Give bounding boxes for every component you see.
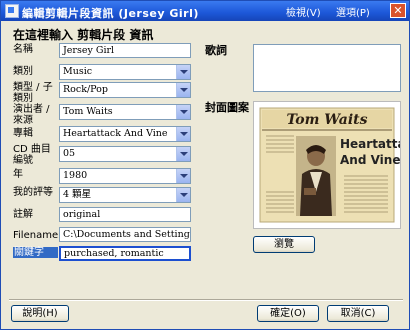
app-icon [5, 4, 19, 18]
chevron-down-icon[interactable] [176, 127, 190, 141]
form-header: 在這裡輸入 剪輯片段 資訊 [13, 28, 154, 42]
chevron-down-icon[interactable] [176, 147, 190, 161]
filename-field[interactable]: C:\Documents and Settings\Admin\M [59, 227, 191, 242]
year-select[interactable]: 1980 [59, 168, 191, 184]
subgenre-value: Rock/Pop [63, 84, 108, 95]
rating-select[interactable]: 4 顆星 [59, 187, 191, 203]
lyrics-label: 歌詞 [205, 44, 227, 57]
chevron-down-icon[interactable] [176, 188, 190, 202]
keywords-label: 關鍵字 [13, 247, 58, 258]
window-title: 編輯剪輯片段資訊 (Jersey Girl) [22, 7, 199, 20]
cover-artist-text: Tom Waits [286, 112, 367, 128]
divider [9, 299, 403, 301]
album-select[interactable]: Heartattack And Vine [59, 126, 191, 142]
cover-album-line1: Heartattack [340, 137, 400, 151]
chevron-down-icon[interactable] [176, 169, 190, 183]
artist-label: 演出者 / 來源 [13, 104, 50, 126]
comment-label: 註解 [13, 209, 33, 220]
comment-field[interactable]: original [59, 207, 191, 222]
track-label: CD 曲目編號 [13, 144, 51, 166]
name-label: 名稱 [13, 44, 33, 55]
track-value: 05 [63, 148, 76, 159]
keywords-field[interactable]: purchased, romantic [59, 246, 191, 261]
chevron-down-icon[interactable] [176, 105, 190, 119]
album-value: Heartattack And Vine [63, 128, 168, 139]
lyrics-textarea[interactable] [253, 44, 401, 92]
genre-select[interactable]: Music [59, 64, 191, 80]
rating-value: 4 顆星 [63, 189, 92, 200]
genre-label: 類別 [13, 66, 33, 77]
year-label: 年 [13, 169, 23, 180]
subgenre-select[interactable]: Rock/Pop [59, 82, 191, 98]
browse-button[interactable]: 瀏覽 [253, 236, 315, 253]
cover-art-image: Tom Waits Heartattack And Vine [259, 107, 410, 223]
subgenre-label: 類型 / 子類別 [13, 82, 53, 104]
name-field[interactable]: Jersey Girl [59, 43, 191, 58]
artist-value: Tom Waits [63, 106, 113, 117]
cancel-button[interactable]: 取消(C) [327, 305, 389, 322]
edit-clip-dialog: 編輯剪輯片段資訊 (Jersey Girl) 檢視(V) 選項(P) ✕ 在這裡… [0, 0, 410, 330]
close-icon[interactable]: ✕ [390, 3, 406, 18]
chevron-down-icon[interactable] [176, 65, 190, 79]
options-menu[interactable]: 選項(P) [336, 4, 370, 19]
view-menu[interactable]: 檢視(V) [286, 4, 321, 19]
cover-art-frame: Tom Waits Heartattack And Vine [253, 101, 410, 229]
artist-select[interactable]: Tom Waits [59, 104, 191, 120]
genre-value: Music [63, 66, 93, 77]
cover-art-label: 封面圖案 [205, 101, 249, 114]
help-button[interactable]: 說明(H) [11, 305, 69, 322]
cover-album-line2: And Vine [340, 153, 400, 167]
chevron-down-icon[interactable] [176, 83, 190, 97]
album-label: 專輯 [13, 128, 33, 139]
title-bar[interactable]: 編輯剪輯片段資訊 (Jersey Girl) 檢視(V) 選項(P) ✕ [1, 1, 409, 21]
ok-button[interactable]: 確定(O) [257, 305, 319, 322]
year-value: 1980 [63, 170, 88, 181]
track-select[interactable]: 05 [59, 146, 191, 162]
filename-label: Filename [13, 230, 59, 241]
rating-label: 我的評等 [13, 187, 53, 198]
